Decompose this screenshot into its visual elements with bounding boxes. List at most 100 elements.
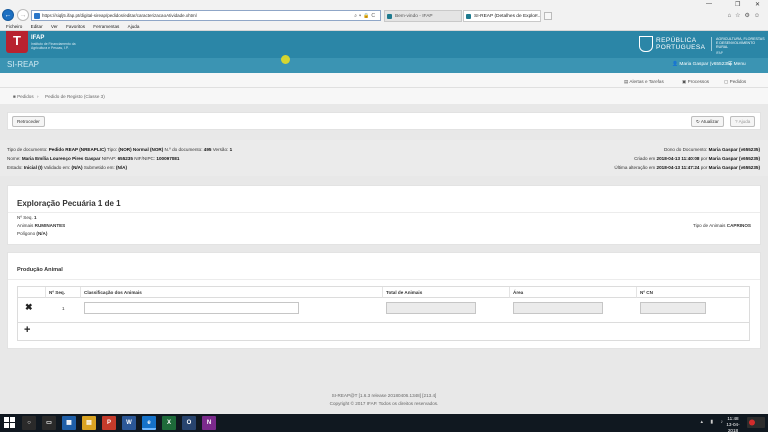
back-button[interactable]: Retroceder — [12, 116, 45, 127]
internet-explorer-icon[interactable]: e — [142, 416, 156, 430]
site-favicon-icon — [34, 13, 40, 19]
producao-table: Nº Seq. Classificação dos Animais Total … — [17, 286, 750, 341]
tab-favicon-icon — [466, 14, 471, 19]
producao-title: Produção Animal — [17, 267, 63, 273]
notification-icon[interactable] — [746, 416, 766, 429]
panel-divider — [8, 212, 760, 213]
powerpoint-icon[interactable]: P — [102, 416, 116, 430]
panel-divider — [8, 279, 760, 280]
republica-text: REPÚBLICA PORTUGUESA — [656, 37, 706, 51]
area-input — [513, 302, 603, 314]
producao-panel: Produção Animal Nº Seq. Classificação do… — [7, 252, 761, 349]
processes-link[interactable]: ▣ Processos — [682, 79, 709, 85]
menu-editar[interactable]: Editar — [31, 24, 43, 29]
col-seq: Nº Seq. — [46, 287, 81, 298]
calculator-icon[interactable]: ▦ — [62, 416, 76, 430]
app-name[interactable]: SI-REAP — [7, 60, 39, 69]
user-menu[interactable]: 👤 Maria Gaspar (v655235) — [672, 62, 731, 67]
total-input — [386, 302, 476, 314]
document-info: Tipo de documento: Pedido REAP (NREAPLIC… — [0, 140, 768, 176]
word-icon[interactable]: W — [122, 416, 136, 430]
taskbar-clock[interactable]: 11:48 13-04-2018 — [722, 416, 744, 432]
poligono-field: Polígono (N/A) — [17, 231, 48, 236]
republica-emblem-icon — [639, 36, 653, 52]
col-cn: Nº CN — [637, 287, 749, 298]
breadcrumb-current: Pedido de Registo (Classe 3) — [45, 94, 105, 99]
menu-favoritos[interactable]: Favoritos — [66, 24, 85, 29]
app-bar: SI-REAP 👤 Maria Gaspar (v655235) ☰ Menu — [0, 58, 768, 73]
search-icon[interactable]: ○ — [22, 416, 36, 430]
back-arrow-icon[interactable]: ← — [2, 9, 14, 21]
info-owner-line: Dono do Documento: Maria Gaspar (v655235… — [663, 147, 760, 152]
tab-favicon-icon — [387, 14, 392, 19]
classificacao-input[interactable] — [84, 302, 299, 314]
col-classificacao: Classificação dos Animais — [81, 287, 383, 298]
maximize-icon[interactable]: ❐ — [735, 1, 740, 8]
brand-name: IFAP — [31, 35, 45, 41]
menu-ferramentas[interactable]: Ferramentas — [93, 24, 119, 29]
copyright-text: Copyright © 2017 IFAP. Todos os direitos… — [329, 401, 439, 406]
address-actions-icon[interactable]: ⌕▾🔒C — [354, 11, 377, 20]
forward-arrow-icon[interactable]: → — [17, 9, 29, 21]
secondary-toolbar: ▤ Alertas e Tarefas ▣ Processos ▢ Pedido… — [0, 73, 768, 88]
browser-chrome: ← → https://siqlj5.ifap.pt/digital-sirea… — [0, 0, 768, 24]
cn-input — [640, 302, 706, 314]
task-view-icon[interactable]: ▭ — [42, 416, 56, 430]
tipo-animais-field: Tipo de Animais CAPRINOS — [692, 223, 751, 228]
info-created-line: Criado em 2018-04-13 11:40:08 por Maria … — [634, 156, 760, 161]
minimize-icon[interactable]: — — [706, 1, 712, 7]
remove-row-icon[interactable]: ✖ — [25, 302, 33, 313]
menu-ajuda[interactable]: Ajuda — [128, 24, 140, 29]
outlook-icon[interactable]: O — [182, 416, 196, 430]
row-seq: 1 — [62, 306, 65, 311]
ministry-sub: IFAP — [716, 51, 723, 55]
breadcrumb: ■ Pedidos › Pedido de Registo (Classe 3) — [0, 88, 768, 104]
refresh-button[interactable]: ↻ Atualizar — [691, 116, 724, 127]
close-window-icon[interactable]: ✕ — [755, 1, 760, 8]
new-tab-icon[interactable] — [544, 12, 552, 20]
menu-ver[interactable]: Ver — [51, 24, 58, 29]
help-icon: ? — [735, 119, 738, 124]
address-bar[interactable]: https://siqlj5.ifap.pt/digital-sireap/pe… — [31, 10, 381, 21]
main-menu-button[interactable]: ☰ Menu — [728, 62, 746, 67]
browser-tab-1[interactable]: Bem-vindo - IFAP — [384, 10, 462, 22]
alerts-link[interactable]: ▤ Alertas e Tarefas — [624, 79, 664, 85]
header-divider — [711, 37, 712, 51]
app-header: T IFAP Instituto de Financiamento da Agr… — [0, 31, 768, 58]
info-name-line: Nome: Maria Emília Lourenço Pires Gaspar… — [7, 156, 180, 161]
info-modified-line: Última alteração em 2018-04-13 11:47:24 … — [614, 165, 760, 170]
requests-link[interactable]: ▢ Pedidos — [724, 79, 746, 85]
excel-icon[interactable]: X — [162, 416, 176, 430]
file-explorer-icon[interactable]: ▤ — [82, 416, 96, 430]
windows-taskbar: ○ ▭ ▦ ▤ P W e X O N ▴ ▮ ♪ 11:48 13-04-20… — [0, 414, 768, 432]
ministry-name: AGRICULTURA, FLORESTAS E DESENVOLVIMENTO… — [716, 37, 765, 50]
row-divider — [18, 322, 749, 323]
version-text: SI-REAP@T [1.6.3 release 20180406.1348] … — [331, 393, 437, 398]
seq-field: Nº Seq. 1 — [17, 215, 37, 220]
brand-subtitle: Instituto de Financiamento da Agricultur… — [31, 42, 76, 50]
info-state-line: Estado: Inicial (I) Validado em: (N/A) S… — [7, 165, 127, 170]
exploracao-title: Exploração Pecuária 1 de 1 — [17, 199, 121, 208]
col-actions — [18, 287, 46, 298]
close-tab-icon[interactable]: × — [535, 11, 538, 21]
browser-menubar: Ficheiro Editar Ver Favoritos Ferramenta… — [0, 24, 768, 31]
windows-start-icon[interactable] — [4, 417, 15, 428]
page-footer: SI-REAP@T [1.6.3 release 20180406.1348] … — [0, 392, 768, 408]
animais-field: Animais RUMINANTES — [17, 223, 66, 228]
address-url: https://siqlj5.ifap.pt/digital-sireap/pe… — [42, 13, 197, 18]
refresh-icon: ↻ — [696, 119, 700, 124]
info-doc-line: Tipo de documento: Pedido REAP (NREAPLIC… — [7, 147, 233, 152]
ifap-logo[interactable]: T — [6, 31, 28, 53]
onenote-icon[interactable]: N — [202, 416, 216, 430]
add-row-icon[interactable]: + — [24, 324, 30, 336]
help-button[interactable]: ? Ajuda — [730, 116, 756, 127]
breadcrumb-root[interactable]: ■ Pedidos — [13, 94, 34, 99]
action-bar: Retroceder ↻ Atualizar ? Ajuda — [7, 112, 761, 130]
menu-ficheiro[interactable]: Ficheiro — [6, 24, 22, 29]
browser-tools-icon[interactable]: ⌂☆⚙☺ — [727, 12, 764, 19]
mouse-cursor-icon — [281, 55, 290, 64]
bookmark-icon: ■ — [13, 94, 16, 99]
breadcrumb-separator: › — [37, 94, 39, 99]
hamburger-icon: ☰ — [728, 62, 733, 67]
browser-tab-2[interactable]: SI-REAP (Detalhes de Explor... × — [463, 10, 541, 22]
